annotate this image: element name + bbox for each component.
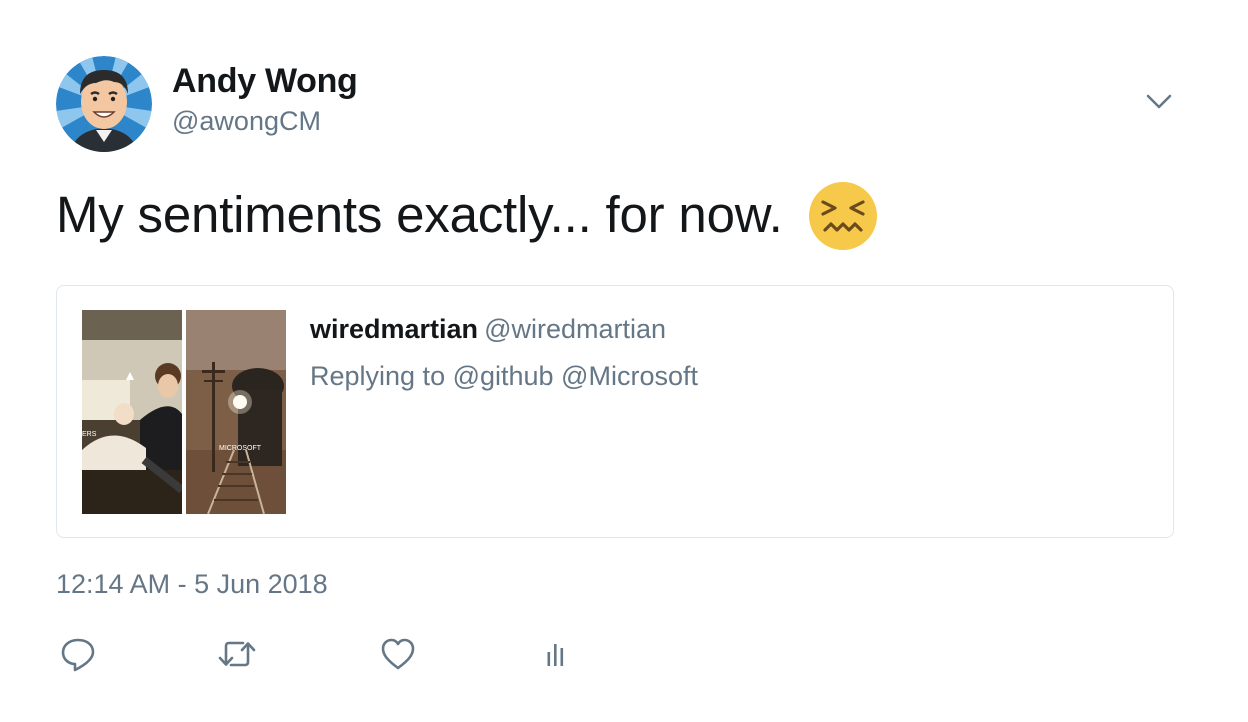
like-button[interactable]	[378, 634, 418, 674]
reply-button[interactable]	[58, 634, 98, 674]
author-avatar[interactable]	[56, 56, 152, 152]
media-2-caption: MICROSOFT	[219, 445, 262, 452]
quoted-media-image-1[interactable]: ERS	[82, 310, 182, 514]
media-1-caption: ERS	[82, 431, 97, 438]
analytics-button[interactable]	[538, 634, 578, 674]
heart-icon	[381, 638, 415, 670]
chevron-down-icon[interactable]	[1144, 88, 1174, 114]
analytics-icon	[547, 644, 564, 666]
quoted-author-handle[interactable]: @wiredmartian	[484, 314, 666, 344]
quoted-author[interactable]: wiredmartian @wiredmartian	[310, 314, 666, 345]
confounded-face-emoji-icon	[807, 180, 879, 252]
quoted-author-name[interactable]: wiredmartian	[310, 314, 478, 344]
retweet-icon	[218, 641, 256, 667]
quoted-replying-to: Replying to @github @Microsoft	[310, 361, 698, 391]
author-handle[interactable]: @awongCM	[172, 106, 321, 137]
cartoon-avatar-icon	[56, 56, 152, 152]
tweet-text-content: My sentiments exactly... for now.	[56, 186, 783, 243]
quoted-media-image-2[interactable]: MICROSOFT	[186, 310, 286, 514]
retweet-button[interactable]	[217, 634, 257, 674]
reply-icon	[61, 638, 95, 672]
author-name[interactable]: Andy Wong	[172, 62, 358, 101]
tweet-timestamp[interactable]: 12:14 AM - 5 Jun 2018	[56, 569, 328, 600]
tweet-text: My sentiments exactly... for now.	[56, 180, 879, 252]
